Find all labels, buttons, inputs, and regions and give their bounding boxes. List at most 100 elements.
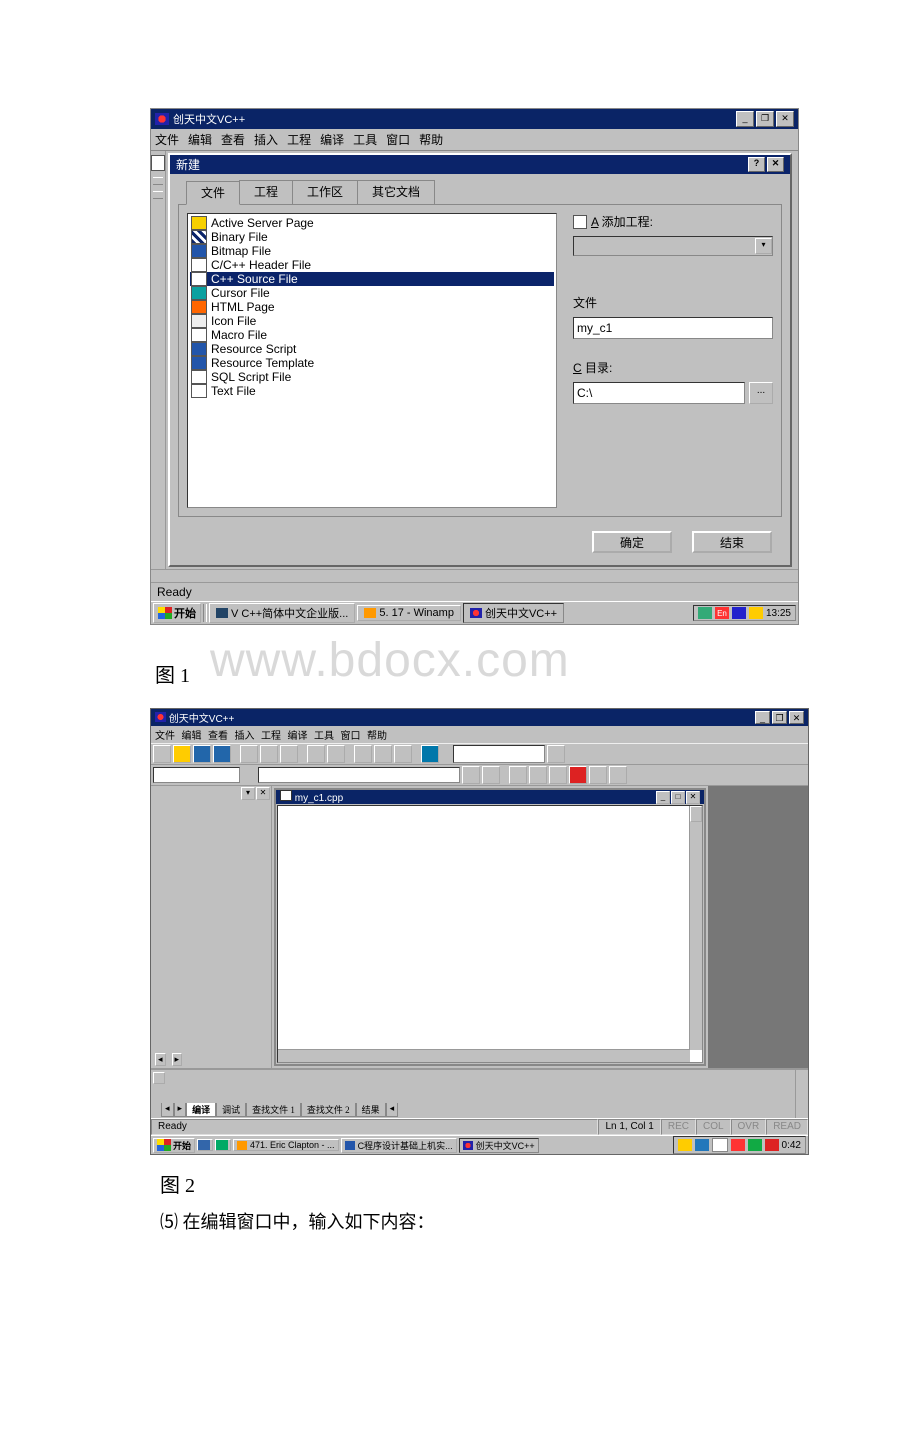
output-scroll-left2[interactable]: ◂: [386, 1103, 399, 1117]
file-type-list[interactable]: Active Server Page Binary File Bitmap Fi…: [187, 213, 557, 508]
paste-icon[interactable]: [280, 745, 298, 763]
taskbar-item[interactable]: 471. Eric Clapton - ...: [233, 1139, 339, 1151]
help-button[interactable]: ?: [748, 157, 765, 172]
taskbar-item[interactable]: V C++简体中文企业版...: [209, 603, 355, 623]
tray-ime-icon[interactable]: En: [715, 607, 729, 619]
system-tray[interactable]: 0:42: [673, 1136, 806, 1154]
tray-icon[interactable]: [748, 1139, 762, 1151]
ok-button[interactable]: 确定: [592, 531, 672, 553]
system-tray[interactable]: En 13:25: [693, 605, 796, 621]
scope-combo[interactable]: [153, 767, 240, 783]
go-icon[interactable]: [589, 766, 607, 784]
wizard-icon[interactable]: [482, 766, 500, 784]
close-button[interactable]: ✕: [789, 711, 804, 724]
tray-icon[interactable]: [695, 1139, 709, 1151]
menu-build[interactable]: 编译: [288, 731, 308, 742]
taskbar-item-active[interactable]: 创天中文VC++: [459, 1138, 539, 1153]
taskbar-item[interactable]: C程序设计基础上机实...: [341, 1138, 457, 1153]
maximize-button[interactable]: ❐: [756, 111, 774, 127]
end-button[interactable]: 结束: [692, 531, 772, 553]
menu-project[interactable]: 工程: [261, 731, 281, 742]
taskbar-item-active[interactable]: 创天中文VC++: [463, 603, 564, 623]
menu-view[interactable]: 查看: [221, 133, 245, 147]
undo-icon[interactable]: [307, 745, 325, 763]
workspace-pane[interactable]: ▾ ✕ ◂ ▸: [151, 786, 272, 1068]
output-scroll-left[interactable]: ◂: [161, 1103, 174, 1117]
breakpoint-icon[interactable]: [609, 766, 627, 784]
minimize-button[interactable]: _: [736, 111, 754, 127]
copy-icon[interactable]: [260, 745, 278, 763]
browse-button[interactable]: ...: [749, 382, 773, 404]
open-icon[interactable]: [173, 745, 191, 763]
output-tab-results[interactable]: 结果: [356, 1103, 386, 1117]
cut-icon[interactable]: [240, 745, 258, 763]
output-pane[interactable]: ◂ ▸ 编译 调试 查找文件 1 查找文件 2 结果 ◂: [151, 1068, 808, 1118]
tray-icon[interactable]: [698, 607, 712, 619]
output-scroll-right[interactable]: ▸: [174, 1103, 187, 1117]
tray-icon[interactable]: [732, 607, 746, 619]
start-button[interactable]: 开始: [153, 603, 201, 623]
tray-icon[interactable]: [678, 1139, 692, 1151]
close-button[interactable]: ✕: [776, 111, 794, 127]
menu-project[interactable]: 工程: [287, 133, 311, 147]
minimize-button[interactable]: _: [755, 711, 770, 724]
menu-bar[interactable]: 文件 编辑 查看 插入 工程 编译 工具 窗口 帮助: [151, 726, 808, 743]
menu-tools[interactable]: 工具: [353, 133, 377, 147]
tray-ime-icon[interactable]: [731, 1139, 745, 1151]
stop-build-icon[interactable]: [549, 766, 567, 784]
pane-close-icon[interactable]: ✕: [256, 787, 270, 800]
menu-tools[interactable]: 工具: [314, 731, 334, 742]
pane-menu-icon[interactable]: ▾: [241, 787, 255, 800]
maximize-button[interactable]: ❐: [772, 711, 787, 724]
member-combo[interactable]: [258, 767, 460, 783]
directory-input[interactable]: [573, 382, 745, 404]
add-to-project-checkbox[interactable]: [573, 215, 587, 229]
tray-icon[interactable]: [765, 1139, 779, 1151]
output-tab-find1[interactable]: 查找文件 1: [246, 1103, 301, 1117]
menu-insert[interactable]: 插入: [235, 731, 255, 742]
taskbar-item[interactable]: 5. 17 - Winamp: [357, 605, 461, 621]
window-list-icon[interactable]: [394, 745, 412, 763]
menu-build[interactable]: 编译: [320, 133, 344, 147]
quick-launch-icon[interactable]: [197, 1139, 213, 1151]
output-scrollbar[interactable]: [795, 1070, 808, 1118]
vertical-scrollbar[interactable]: [689, 806, 702, 1050]
find-combo[interactable]: [453, 745, 545, 763]
text-editor[interactable]: [277, 805, 703, 1063]
secondary-toolbar[interactable]: [151, 765, 808, 786]
maximize-button[interactable]: □: [671, 791, 685, 804]
horizontal-scrollbar[interactable]: [278, 1049, 690, 1062]
dropdown-icon[interactable]: [462, 766, 480, 784]
volume-icon[interactable]: [749, 607, 763, 619]
menu-edit[interactable]: 编辑: [182, 731, 202, 742]
minimize-button[interactable]: _: [656, 791, 670, 804]
find-in-files-icon[interactable]: [421, 745, 439, 763]
start-button[interactable]: 开始: [153, 1138, 195, 1153]
execute-icon[interactable]: [569, 766, 587, 784]
workspace-tab-left[interactable]: ◂: [155, 1053, 166, 1066]
redo-icon[interactable]: [327, 745, 345, 763]
menu-file[interactable]: 文件: [155, 133, 179, 147]
menu-help[interactable]: 帮助: [419, 133, 443, 147]
menu-window[interactable]: 窗口: [341, 731, 361, 742]
search-icon[interactable]: [547, 745, 565, 763]
output-tab-find2[interactable]: 查找文件 2: [301, 1103, 356, 1117]
menu-edit[interactable]: 编辑: [188, 133, 212, 147]
menu-insert[interactable]: 插入: [254, 133, 278, 147]
save-all-icon[interactable]: [213, 745, 231, 763]
build-icon[interactable]: [529, 766, 547, 784]
dialog-close-button[interactable]: ✕: [767, 157, 784, 172]
output-tab-build[interactable]: 编译: [186, 1103, 216, 1117]
save-icon[interactable]: [193, 745, 211, 763]
tab-project[interactable]: 工程: [239, 180, 293, 204]
pane-grip-icon[interactable]: [153, 1072, 165, 1084]
standard-toolbar[interactable]: [151, 743, 808, 765]
workspace-icon[interactable]: [354, 745, 372, 763]
new-icon[interactable]: [153, 745, 171, 763]
quick-launch-icon[interactable]: [215, 1139, 231, 1151]
workspace-tab-right[interactable]: ▸: [172, 1053, 183, 1066]
tab-file[interactable]: 文件: [186, 181, 240, 205]
new-doc-icon[interactable]: [151, 155, 165, 171]
tab-other-docs[interactable]: 其它文档: [357, 180, 435, 204]
menu-help[interactable]: 帮助: [367, 731, 387, 742]
